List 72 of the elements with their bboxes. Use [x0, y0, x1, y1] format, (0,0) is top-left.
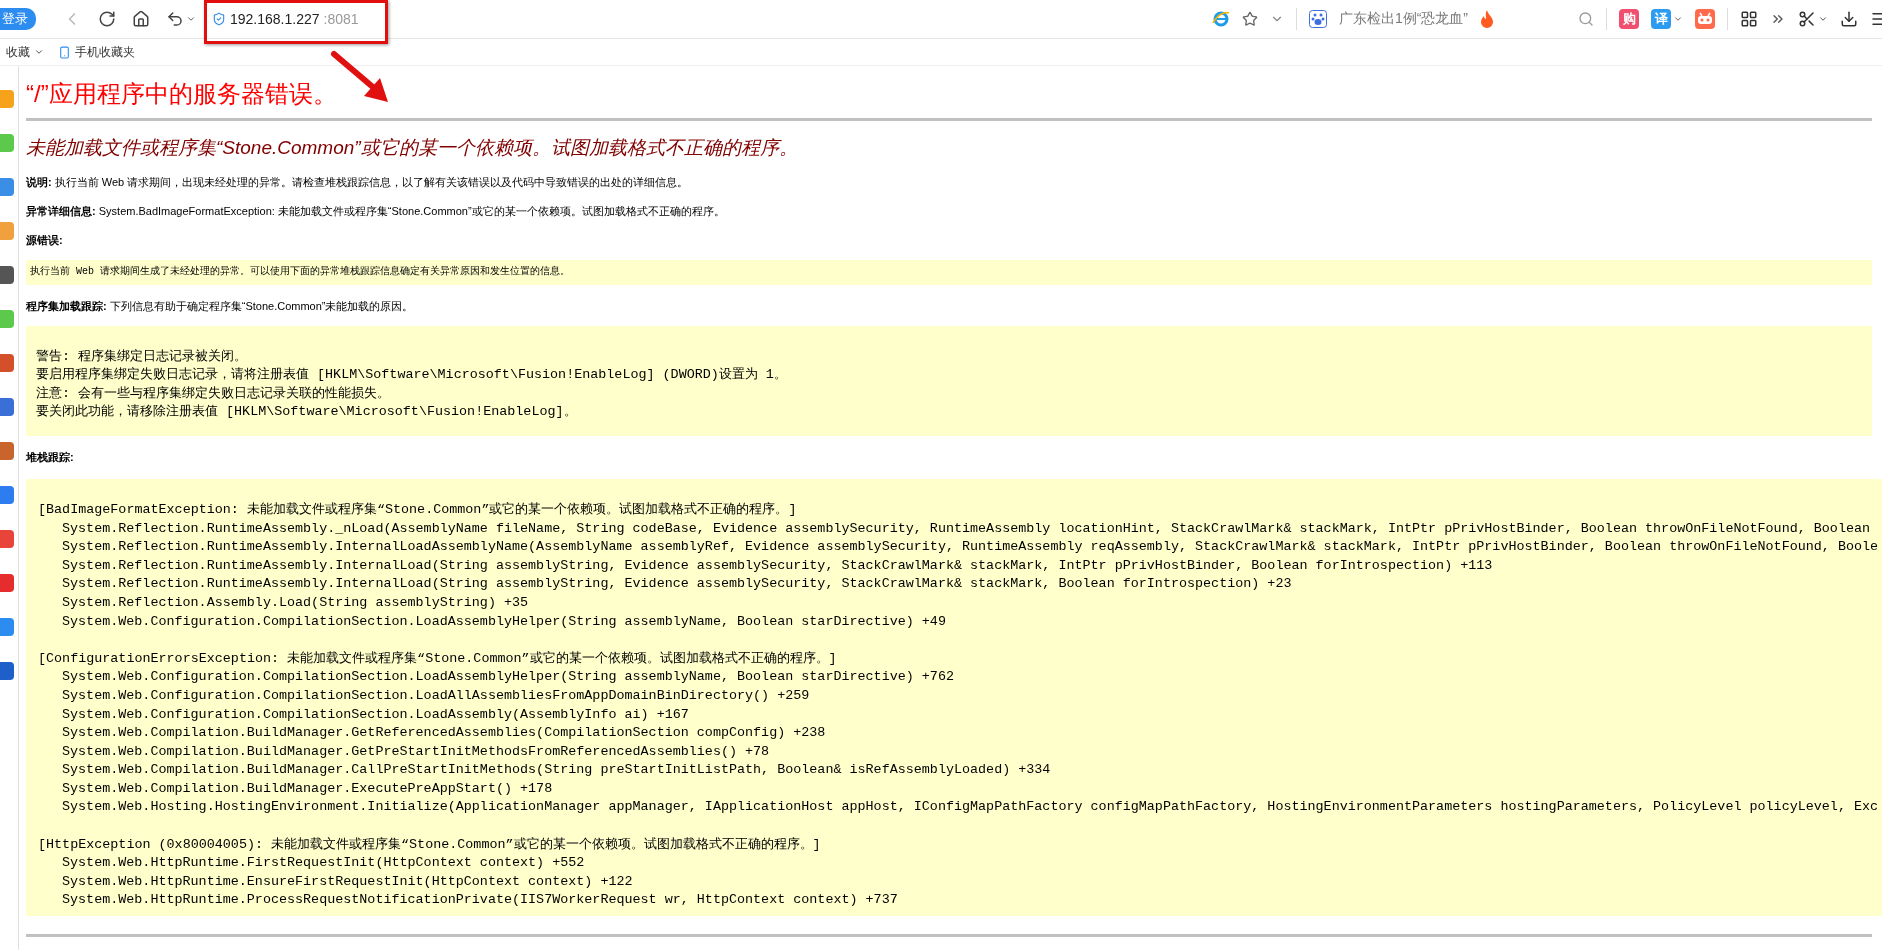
exception-header: [HttpException (0x80004005): 未能加载文件或程序集“Stone.Common”或它的某一个依赖项。试图加载格式不正确的程序。] [38, 835, 821, 854]
stack-frame: System.Reflection.Assembly.Load(String assemblyString) +35 [38, 593, 529, 613]
shield-icon [212, 12, 226, 26]
stack-frame: System.Web.Compilation.BuildManager.GetReferencedAssemblies(CompilationSection compConfig) +238 [38, 724, 826, 743]
section-text: 下列信息有助于确定程序集“Stone.Common”未能加载的原因。 [109, 299, 414, 312]
app-icon[interactable] [0, 618, 14, 636]
toolbar-badge[interactable]: 购 [1619, 9, 1639, 29]
trace-line: 要启用程序集绑定失败日志记录，请将注册表值 [HKLM\Software\Microsoft\Fusion!EnableLog] (DWORD)设置为 1。 [36, 366, 787, 385]
section-label: 堆栈跟踪: [26, 450, 74, 463]
app-icon[interactable] [0, 354, 14, 372]
error-heading: 未能加载文件或程序集“Stone.Common”或它的某一个依赖项。试图加载格式不正确的程序。 [26, 136, 799, 160]
stack-frame: System.Reflection.RuntimeAssembly.InternalLoad(String assemblyString, Evidence assemblySecurity, StackCrawlMark& stackMark, IntPtr pPrivHostBinder, Boolean forIntrospection) +113 [38, 556, 1493, 576]
address-field[interactable]: 192.168.1.227 :8081 [212, 5, 512, 33]
address-port: :8081 [323, 11, 359, 27]
stack-frame: System.Web.HttpRuntime.ProcessRequestNotificationPrivate(IIS7WorkerRequest wr, HttpContext context) +737 [38, 891, 898, 911]
stack-frame: System.Web.HttpRuntime.EnsureFirstRequestInit(HttpContext context) +122 [38, 872, 633, 892]
caret-icon[interactable] [1673, 14, 1683, 24]
gamepad-icon[interactable] [1695, 9, 1715, 29]
field-label: 说明: [26, 176, 52, 188]
stack-frame: System.Web.Configuration.CompilationSection.LoadAllAssembliesFromAppDomainBinDirectory() +259 [38, 686, 810, 706]
paw-icon[interactable] [1308, 10, 1327, 28]
news-headline[interactable]: 广东检出1例“恐龙血” [1338, 10, 1468, 28]
app-icon[interactable] [0, 662, 14, 680]
caret-icon[interactable] [34, 47, 44, 57]
bookmark-link[interactable]: 手机收藏夹 [58, 43, 135, 61]
exception-header: [BadImageFormatException: 未能加载文件或程序集“Stone.Common”或它的某一个依赖项。试图加载格式不正确的程序。] [38, 500, 797, 519]
section-label: 程序集加载跟踪: [26, 299, 107, 312]
toolbar-badge[interactable]: 译 [1651, 9, 1671, 29]
home-icon[interactable] [132, 10, 150, 28]
stack-frame: System.Web.Compilation.BuildManager.ExecutePreAppStart() +178 [38, 779, 553, 799]
address-host: 192.168.1.227 [230, 11, 320, 27]
scissors-icon[interactable] [1798, 10, 1816, 28]
trace-line: 要关闭此功能，请移除注册表值 [HKLM\Software\Microsoft\Fusion!EnableLog]。 [36, 403, 577, 422]
trace-line: 注意: 会有一些与程序集绑定失败日志记录关联的性能损失。 [36, 384, 391, 403]
stack-frame: System.Web.HttpRuntime.FirstRequestInit(HttpContext context) +552 [38, 854, 585, 873]
stack-frame: System.Web.Compilation.BuildManager.GetPreStartInitMethodsFromReferencedAssemblies() +78 [38, 742, 770, 762]
search-icon[interactable] [1578, 11, 1594, 27]
app-icon[interactable] [0, 486, 14, 504]
field-label: 异常详细信息: [26, 205, 96, 217]
stack-frame: System.Web.Configuration.CompilationSection.LoadAssemblyHelper(String assemblyName, Boolean starDirective) +762 [38, 668, 954, 687]
fire-icon [1480, 10, 1494, 28]
app-icon[interactable] [0, 398, 14, 416]
caret-icon[interactable] [1818, 14, 1828, 24]
ie-icon[interactable] [1211, 10, 1230, 28]
download-icon[interactable] [1840, 10, 1858, 28]
stack-frame: System.Web.Hosting.HostingEnvironment.Initialize(ApplicationManager appManager, IApplicationHost appHost, IConfigMapPathFactory configMapPathFactory, HostingEnvironmentParameters hostingParameters, PolicyLevel policyLevel, Exc [38, 798, 1879, 818]
section-label: 源错误: [26, 234, 63, 246]
exception-header: [ConfigurationErrorsException: 未能加载文件或程序集“Stone.Common”或它的某一个依赖项。试图加载格式不正确的程序。] [38, 649, 837, 668]
stack-frame: System.Web.Compilation.BuildManager.CallPreStartInitMethods(String preStartInitListPath, Boolean& isRefAssemblyLoaded) +334 [38, 761, 1051, 780]
stack-frame: System.Reflection.RuntimeAssembly.InternalLoad(String assemblyString, Evidence assemblySecurity, StackCrawlMark& stackMark, Boolean forIntrospection) +23 [38, 575, 1292, 594]
stack-frame: System.Reflection.RuntimeAssembly.InternalLoadAssemblyName(AssemblyName assemblyRef, Evidence assemblySecurity, RuntimeAssembly reqAssembly, StackCrawlMark& stackMark, IntPtr pPrivHostBinder, Boolean throwOnFileNotFound, Boole [38, 538, 1879, 557]
grid-icon[interactable] [1740, 10, 1758, 28]
app-icon[interactable] [0, 442, 14, 460]
stack-frame: System.Web.Configuration.CompilationSection.LoadAssemblyHelper(String assemblyName, Boolean starDirective) +49 [38, 612, 946, 632]
app-icon[interactable] [0, 266, 14, 284]
app-icon[interactable] [0, 178, 14, 196]
field-text: System.BadImageFormatException: 未能加载文件或程序集“Stone.Common”或它的某一个依赖项。试图加载格式不正确的程序。 [98, 205, 725, 217]
app-icon[interactable] [0, 530, 14, 548]
stack-frame: System.Reflection.RuntimeAssembly._nLoad(AssemblyName fileName, String codeBase, Evidence assemblySecurity, RuntimeAssembly locationHint, StackCrawlMark& stackMark, IntPtr pPrivHostBinder, Boolean throwOnFileNotFound, Boolean [38, 519, 1871, 539]
stack-frame: System.Web.Configuration.CompilationSection.LoadAssembly(AssemblyInfo ai) +167 [38, 705, 689, 725]
field-text: 执行当前 Web 请求期间，出现未经处理的异常。请检查堆栈跟踪信息，以了解有关该错误以及代码中导致错误的出处的详细信息。 [54, 176, 689, 188]
login-button[interactable]: 登录 [0, 8, 36, 30]
source-error-text: 执行当前 Web 请求期间生成了未经处理的异常。可以使用下面的异常堆栈跟踪信息确定有关异常原因和发生位置的信息。 [30, 264, 570, 279]
bookmarks-menu[interactable]: 收藏 [6, 43, 44, 61]
phone-icon [58, 45, 71, 59]
trace-line: 警告: 程序集绑定日志记录被关闭。 [36, 347, 248, 366]
page-title: “/”应用程序中的服务器错误。 [26, 79, 338, 109]
undo-icon[interactable] [166, 10, 184, 28]
star-icon[interactable] [1241, 11, 1258, 27]
caret-icon[interactable] [186, 14, 196, 24]
reload-icon[interactable] [98, 10, 116, 28]
app-icon[interactable] [0, 574, 14, 592]
